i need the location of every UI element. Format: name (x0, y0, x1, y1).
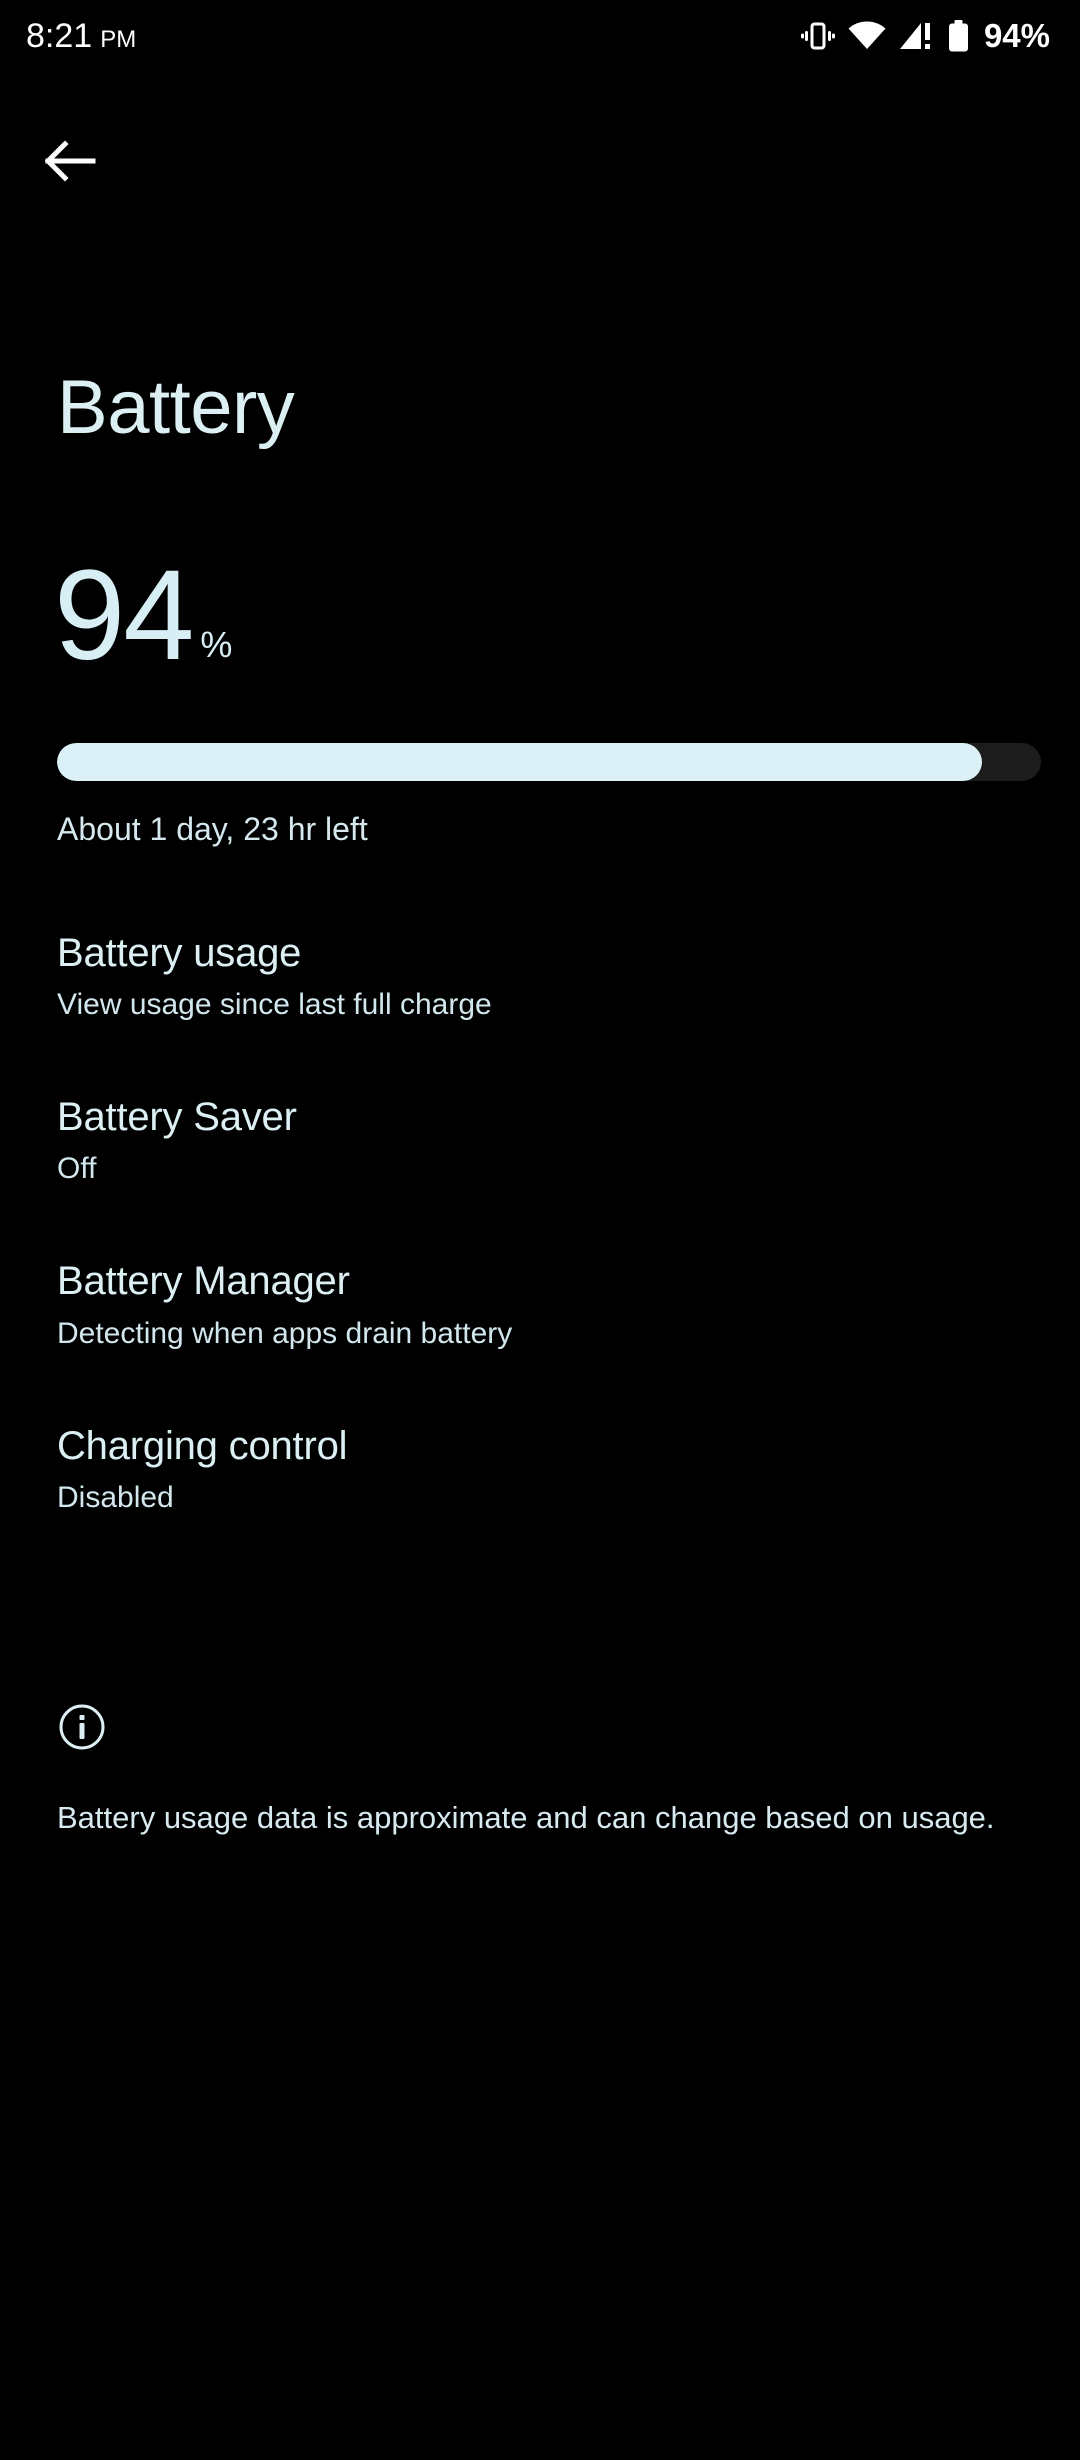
status-battery-percent: 94% (983, 17, 1050, 54)
battery-level-progress-fill (57, 743, 982, 781)
battery-level-display: 94 % (54, 544, 233, 687)
cellular-signal-alert-icon (899, 21, 935, 51)
status-bar: 8:21 PM 94% (0, 0, 1080, 72)
battery-level-progress-track (57, 743, 1041, 781)
battery-settings-screen: 8:21 PM 94% Battery 94 % About 1 day, 23… (0, 0, 1080, 2460)
preference-battery-usage[interactable]: Battery usage View usage since last full… (0, 930, 1080, 1024)
back-button[interactable] (28, 128, 114, 194)
info-icon (57, 1702, 107, 1752)
status-bar-right: 94% (800, 17, 1050, 55)
battery-preference-list: Battery usage View usage since last full… (0, 930, 1080, 1517)
battery-level-number: 94 (54, 544, 194, 687)
page-title: Battery (57, 365, 295, 450)
preference-title: Battery Saver (57, 1095, 297, 1140)
status-time-meridiem: PM (100, 25, 137, 53)
footer-text: Battery usage data is approximate and ca… (57, 1800, 995, 1835)
status-bar-left: 8:21 PM (26, 17, 136, 56)
preference-subtitle: View usage since last full charge (57, 988, 492, 1022)
preference-subtitle: Disabled (57, 1480, 174, 1514)
preference-battery-manager[interactable]: Battery Manager Detecting when apps drai… (0, 1258, 1080, 1352)
battery-icon (948, 20, 969, 52)
preference-title: Battery usage (57, 931, 302, 975)
preference-battery-saver[interactable]: Battery Saver Off (0, 1094, 1080, 1188)
preference-subtitle: Off (57, 1152, 97, 1186)
preference-title: Charging control (57, 1423, 348, 1468)
battery-percent-sign: % (200, 623, 233, 665)
preference-title: Battery Manager (57, 1259, 350, 1304)
back-arrow-icon (45, 140, 97, 182)
wifi-icon (848, 21, 886, 51)
preference-subtitle: Detecting when apps drain battery (57, 1316, 513, 1350)
vibrate-icon (800, 21, 835, 51)
preference-charging-control[interactable]: Charging control Disabled (0, 1423, 1080, 1517)
footer-note: Battery usage data is approximate and ca… (57, 1702, 1023, 1840)
status-time: 8:21 (26, 16, 93, 55)
battery-time-remaining: About 1 day, 23 hr left (57, 811, 368, 847)
